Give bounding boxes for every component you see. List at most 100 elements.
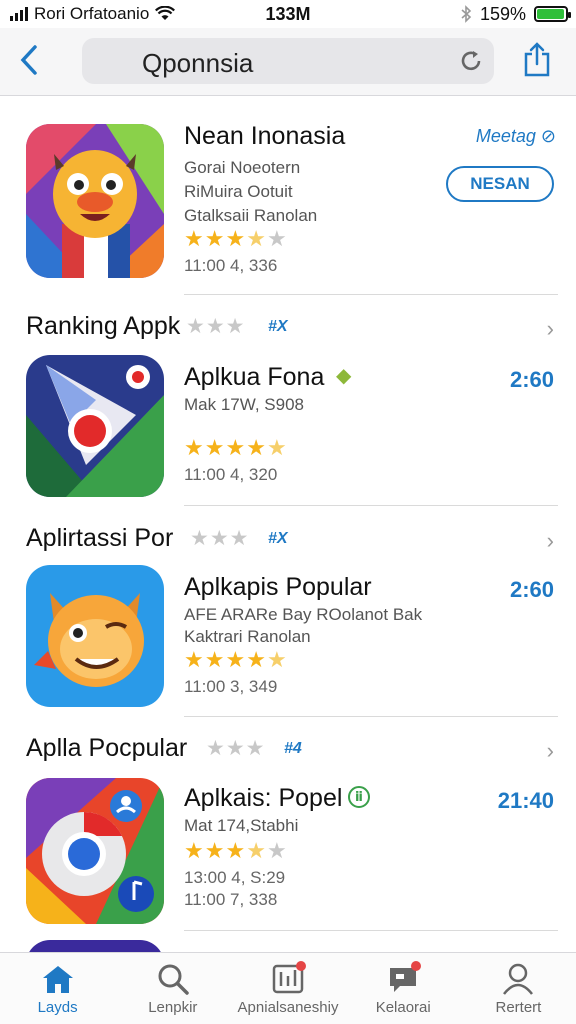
featured-app[interactable]: Nean Inonasia Gorai Noeotern RiMuira Oot… xyxy=(0,122,576,294)
search-text: Qponnsia xyxy=(142,48,254,78)
section-stars: ★★★ xyxy=(190,527,250,550)
featured-app-line2: RiMuira Ootuit xyxy=(184,182,293,201)
star-icon: ★ xyxy=(246,435,267,460)
battery-icon xyxy=(534,6,571,22)
section-header[interactable]: Ranking Appk ★★★ #X › xyxy=(0,308,576,348)
leaf-icon: ◆ xyxy=(336,365,352,387)
tab-messages[interactable]: Kelaorai xyxy=(346,953,461,1024)
section-stars: ★★★ xyxy=(206,737,266,760)
app-meta-secondary: 11:00 7, 338 xyxy=(184,890,278,909)
back-button[interactable] xyxy=(12,40,46,80)
star-icon: ★ xyxy=(246,838,267,863)
featured-app-title: Nean Inonasia xyxy=(184,122,346,150)
app-item[interactable]: Aplkapis Popular AFE ARARe Bay ROolanot … xyxy=(0,565,576,715)
divider xyxy=(184,505,558,506)
app-price[interactable]: 2:60 xyxy=(510,367,554,393)
app-list: Nean Inonasia Gorai Noeotern RiMuira Oot… xyxy=(0,96,576,952)
app-icon xyxy=(26,778,164,924)
app-price[interactable]: 2:60 xyxy=(510,577,554,603)
divider xyxy=(184,294,558,295)
battery-percent: 159% xyxy=(479,3,526,24)
star-icon: ★ xyxy=(184,435,205,460)
star-icon: ★ xyxy=(225,838,247,863)
tab-label: Lenpkir xyxy=(148,999,198,1016)
apps-icon xyxy=(268,961,308,997)
tab-bar: Layds Lenpkir Apnialsaneshiy Kelaorai Re… xyxy=(0,952,576,1024)
bluetooth-icon xyxy=(461,5,472,23)
featured-get-button[interactable]: NESAN xyxy=(446,166,554,202)
star-icon: ★ xyxy=(246,647,267,672)
star-icon: ★ xyxy=(225,647,247,672)
search-field[interactable]: Qponnsia xyxy=(82,38,494,84)
featured-app-line1: Gorai Noeotern xyxy=(184,158,301,177)
status-time: 133M xyxy=(265,3,311,24)
star-icon: ★ xyxy=(204,838,226,863)
featured-app-icon xyxy=(26,124,164,278)
app-item-partial[interactable] xyxy=(0,940,576,952)
app-line2: Kaktrari Ranolan xyxy=(184,627,311,646)
section-badge: #X xyxy=(268,318,288,335)
app-title: Aplkais: Popel xyxy=(184,784,343,812)
divider xyxy=(184,930,558,931)
star-icon: ★ xyxy=(246,226,267,251)
reload-button[interactable] xyxy=(456,46,486,76)
section-header[interactable]: Aplirtassi Por ★★★ #X › xyxy=(0,520,576,560)
green-badge-icon: ⅱ xyxy=(348,786,370,808)
chevron-right-icon: › xyxy=(546,738,554,763)
featured-app-meta: 11:00 4, 336 xyxy=(184,256,278,275)
app-title: Aplkua Fona xyxy=(184,363,325,391)
app-meta: 11:00 4, 320 xyxy=(184,465,278,484)
app-icon xyxy=(26,565,164,707)
app-line1: Mak 17W, S908 xyxy=(184,395,305,414)
chat-icon xyxy=(383,961,423,997)
app-icon xyxy=(26,940,164,952)
featured-app-link-label: Meetag xyxy=(475,126,536,146)
star-icon: ★ xyxy=(204,647,226,672)
star-icon: ★ xyxy=(184,647,205,672)
app-rating: ★★★★★ xyxy=(184,435,288,461)
featured-app-link[interactable]: Meetag ⊘ xyxy=(476,126,556,147)
signal-icon xyxy=(10,7,28,21)
app-line1: AFE ARARe Bay ROolanot Bak xyxy=(184,605,423,624)
tab-profile[interactable]: Rertert xyxy=(461,953,576,1024)
share-button[interactable] xyxy=(520,38,554,82)
home-icon xyxy=(38,961,78,997)
star-icon: ★ xyxy=(184,838,205,863)
tab-search[interactable]: Lenpkir xyxy=(115,953,230,1024)
tab-label: Kelaorai xyxy=(375,999,431,1016)
star-icon: ★ xyxy=(266,838,288,863)
chevron-right-icon: › xyxy=(546,316,554,341)
tab-label: Apnialsaneshiy xyxy=(237,999,339,1016)
status-bar: Rori Orfatoanio 133M 159% xyxy=(0,0,576,28)
featured-app-rating: ★★★★★ xyxy=(184,226,288,252)
star-icon: ★ xyxy=(184,226,205,251)
section-stars: ★★★ xyxy=(186,315,246,338)
app-price[interactable]: 21:40 xyxy=(498,788,554,814)
app-icon xyxy=(26,355,164,497)
star-icon: ★ xyxy=(266,435,288,460)
section-title: Aplla Pocpular xyxy=(26,734,188,762)
star-icon: ★ xyxy=(266,647,288,672)
tab-apps[interactable]: Apnialsaneshiy xyxy=(230,953,345,1024)
section-header[interactable]: Aplla Pocpular ★★★ #4 › xyxy=(0,730,576,770)
section-title: Aplirtassi Por xyxy=(26,524,174,552)
app-meta: 13:00 4, S:29 xyxy=(184,868,286,887)
status-left: Rori Orfatoanio xyxy=(10,4,176,24)
battery-level xyxy=(537,9,564,19)
search-icon xyxy=(153,961,193,997)
divider xyxy=(184,716,558,717)
tab-label: Rertert xyxy=(495,999,542,1016)
section-badge: #4 xyxy=(284,740,302,757)
app-rating: ★★★★★ xyxy=(184,647,288,673)
app-item[interactable]: Aplkua Fona ◆ Mak 17W, S908 ★★★★★ 11:00 … xyxy=(0,355,576,505)
reload-icon xyxy=(461,51,481,71)
tab-label: Layds xyxy=(37,999,78,1016)
star-icon: ★ xyxy=(225,435,247,460)
section-badge: #X xyxy=(268,530,288,547)
tab-today[interactable]: Layds xyxy=(0,953,115,1024)
app-title: Aplkapis Popular xyxy=(184,573,372,601)
app-item[interactable]: Aplkais: Popel ⅱ Mat 174,Stabhi ★★★★★ 13… xyxy=(0,778,576,928)
section-title: Ranking Appk xyxy=(26,312,181,340)
star-icon: ★ xyxy=(225,226,247,251)
chevron-left-icon xyxy=(20,45,37,75)
